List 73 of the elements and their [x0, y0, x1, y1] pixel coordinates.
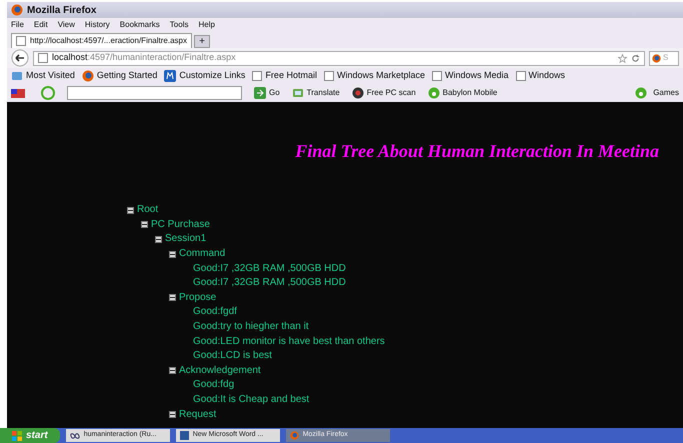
toolbar-button[interactable]: Babylon Mobile [442, 87, 498, 99]
page-icon [16, 36, 26, 46]
translate-icon [292, 87, 304, 99]
collapse-icon[interactable] [169, 294, 176, 302]
page-icon [38, 53, 48, 63]
toolbar-button[interactable]: Free PC scan [366, 87, 416, 99]
toolbar-button[interactable]: Go [269, 87, 280, 99]
bookmark-link[interactable]: Customize Links [179, 69, 246, 83]
address-field[interactable]: localhost:4597/humaninteraction/Finaltre.aspx [33, 50, 645, 66]
menu-item[interactable]: Edit [34, 19, 48, 31]
page-icon [432, 71, 442, 81]
tree-node[interactable]: Good:I7 ,32GB RAM ,500GB HDD [193, 278, 346, 288]
tree-node[interactable]: Good:LED monitor is have best than others [193, 336, 385, 347]
collapse-icon[interactable] [169, 367, 176, 374]
window-title: Mozilla Firefox [27, 4, 96, 18]
tree-node[interactable]: Good:I7 ,32GB RAM ,500GB HDD [193, 264, 346, 274]
infinity-icon [70, 432, 80, 438]
tree-node[interactable]: Acknowledgement [179, 366, 261, 376]
tree-node[interactable]: Propose [179, 292, 216, 303]
menu-item[interactable]: Tools [170, 19, 188, 31]
tree-node[interactable]: Good:fdg [193, 380, 234, 390]
globe-icon [11, 4, 23, 16]
windows-logo-icon [12, 430, 22, 440]
browser-tab[interactable]: http://localhost:4597/...eraction/Finaltre.aspx [11, 33, 192, 48]
tree-node[interactable]: Good:LCD is best [193, 351, 272, 362]
page-heading: Final Tree About Human Interaction In Meetina [295, 142, 659, 160]
bookmarks-icon [11, 70, 23, 82]
globe-icon [652, 54, 661, 62]
menu-item[interactable]: Help [198, 19, 215, 31]
collapse-icon[interactable] [141, 221, 148, 228]
document-icon [180, 431, 189, 440]
globe-icon [290, 431, 299, 440]
menu-item[interactable]: History [84, 19, 110, 31]
new-tab-button[interactable]: + [194, 35, 210, 48]
babylon-icon [635, 87, 648, 99]
page-icon [324, 71, 334, 81]
collapse-icon[interactable] [127, 206, 134, 214]
scan-icon [352, 87, 364, 99]
tree-node[interactable]: Root [137, 205, 158, 216]
m-logo-icon [164, 70, 176, 82]
babylon-icon [428, 87, 440, 99]
bookmark-link[interactable]: Free Hotmail [265, 69, 317, 83]
star-icon[interactable] [618, 54, 627, 62]
reload-icon[interactable] [631, 54, 640, 62]
toolbar-button[interactable]: Games [653, 87, 679, 99]
bookmark-link[interactable]: Windows [528, 69, 566, 83]
bookmark-link[interactable]: Most Visited [26, 69, 75, 83]
tree-node[interactable]: Command [179, 249, 226, 260]
collapse-icon[interactable] [169, 250, 176, 258]
bookmark-link[interactable]: Getting Started [96, 69, 158, 83]
tree-node[interactable]: PC Purchase [151, 220, 210, 230]
tree-node[interactable]: Request [179, 410, 216, 420]
bookmark-link[interactable]: Windows Media [444, 69, 509, 83]
globe-icon [82, 70, 94, 82]
back-icon[interactable] [11, 49, 29, 67]
menu-item[interactable]: View [58, 19, 75, 31]
menu-item[interactable]: File [11, 19, 24, 31]
page-icon [516, 71, 526, 81]
tree-node[interactable]: Session1 [165, 234, 206, 244]
start-button[interactable]: start [0, 428, 60, 443]
flag-icon[interactable] [11, 88, 25, 98]
page-icon [252, 71, 262, 81]
collapse-icon[interactable] [155, 236, 162, 243]
menu-item[interactable]: Bookmarks [120, 19, 160, 31]
arrow-icon [254, 87, 266, 99]
tree-node[interactable]: Good:try to hiegher than it [193, 322, 309, 332]
bookmark-link[interactable]: Windows Marketplace [336, 69, 425, 83]
toolbar-button[interactable]: Translate [306, 87, 340, 99]
tree-node[interactable]: Good:fgdf [193, 307, 237, 318]
url-text: localhost:4597/humaninteraction/Finaltre.aspx [52, 51, 236, 64]
collapse-icon[interactable] [169, 411, 176, 418]
tree-node[interactable]: Good:It is Cheap and best [193, 395, 310, 406]
toolbar-search-field[interactable] [67, 86, 242, 100]
